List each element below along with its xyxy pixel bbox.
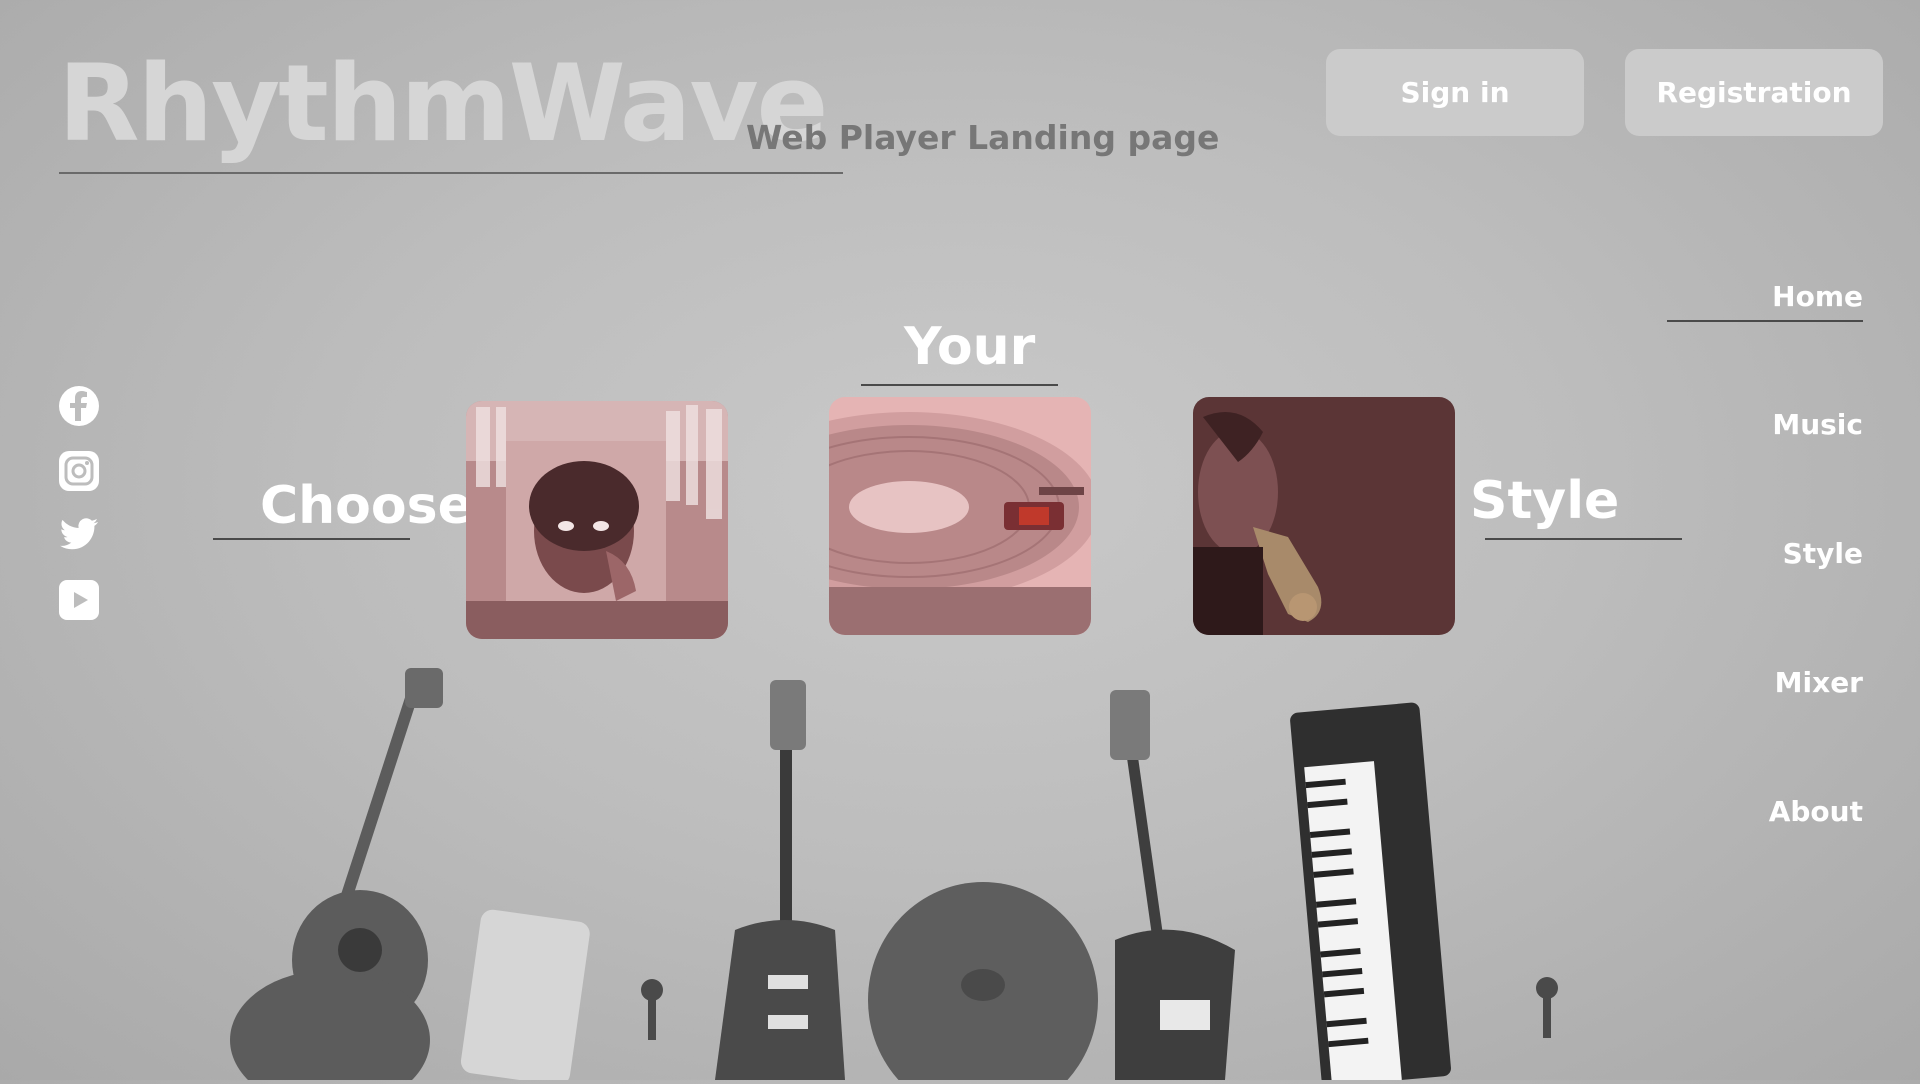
style-underline [1485,538,1682,540]
app-logo[interactable]: RhythmWave [58,40,828,167]
twitter-icon[interactable] [58,514,100,556]
youtube-icon[interactable] [58,579,100,621]
your-underline [861,384,1058,386]
facebook-icon[interactable] [58,385,100,427]
hero-word-style: Style [1470,471,1620,531]
record-crate-photo[interactable] [466,401,728,639]
instagram-icon[interactable] [58,450,100,492]
choose-underline [213,538,410,540]
hero-word-choose: Choose [260,476,473,536]
registration-button[interactable]: Registration [1625,49,1883,136]
instruments-background-photo [0,640,1920,1084]
logo-underline [59,172,843,174]
nav-item-music[interactable]: Music [1643,408,1863,441]
page-subtitle: Web Player Landing page [746,118,1220,157]
nav-item-home[interactable]: Home [1643,280,1863,313]
hero-word-your: Your [904,317,1036,377]
nav-active-underline [1667,320,1863,322]
saxophonist-photo[interactable] [1193,397,1455,635]
nav-item-style[interactable]: Style [1643,537,1863,570]
sign-in-button[interactable]: Sign in [1326,49,1584,136]
turntable-photo[interactable] [829,397,1091,635]
